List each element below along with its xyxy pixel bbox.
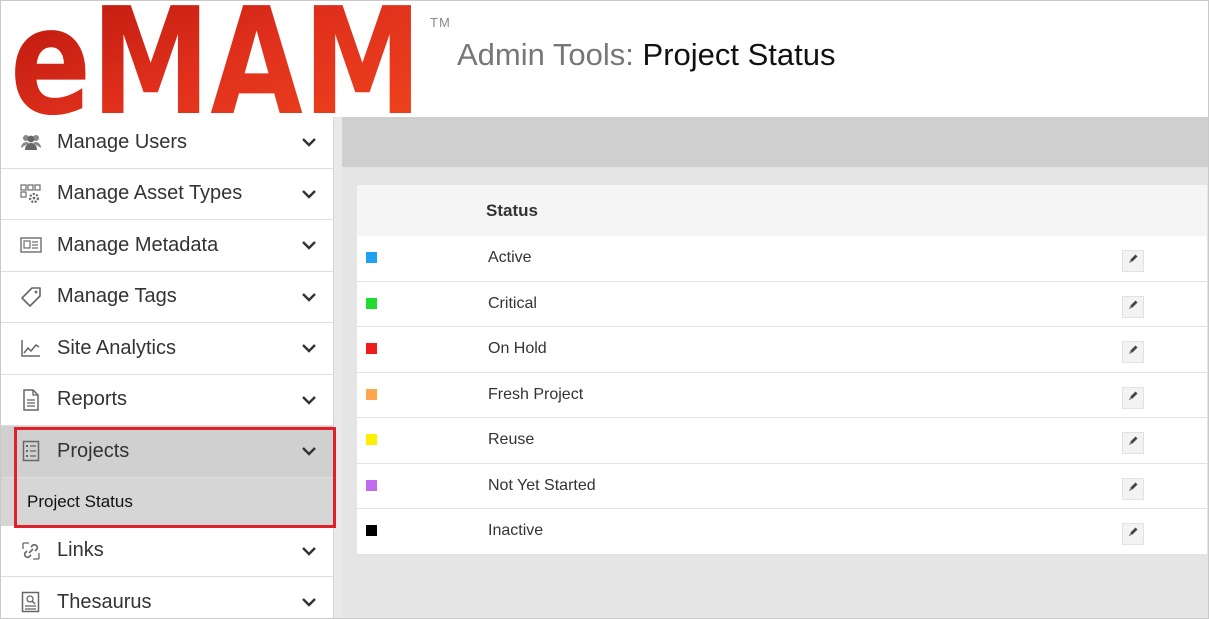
- sidebar-item-projects[interactable]: Projects: [1, 426, 333, 478]
- status-name: Reuse: [488, 431, 535, 448]
- sidebar-item-label: Site Analytics: [57, 336, 176, 359]
- status-color-swatch: [366, 388, 377, 400]
- analytics-icon: [19, 336, 43, 360]
- status-name: Inactive: [488, 522, 544, 539]
- status-name: Fresh Project: [488, 385, 584, 403]
- status-name: Active: [488, 249, 532, 266]
- status-color-swatch: [366, 343, 377, 354]
- app-window: eMAM TM Admin Tools: Project Status Mana…: [0, 0, 1209, 619]
- chevron-down-icon: [302, 395, 316, 405]
- sidebar-item-manage-asset-types[interactable]: Manage Asset Types: [1, 169, 333, 220]
- sidebar-item-label: Projects: [57, 439, 130, 462]
- main-content: Status Active Critical On Hold Fresh Projec…: [342, 117, 1208, 618]
- column-header-status: Status: [486, 201, 538, 220]
- table-row: On Hold: [357, 327, 1207, 373]
- chevron-down-icon: [302, 241, 316, 250]
- sidebar-item-manage-tags[interactable]: Manage Tags: [1, 272, 333, 323]
- sidebar-item-label: Manage Metadata: [57, 233, 219, 256]
- pencil-icon: [1127, 343, 1139, 361]
- main-toolbar: [342, 117, 1208, 167]
- status-color-swatch: [366, 479, 377, 491]
- pencil-icon: [1127, 252, 1139, 270]
- status-color-swatch: [366, 525, 377, 536]
- status-name: On Hold: [488, 340, 547, 357]
- status-table: Status Active Critical On Hold Fresh Projec…: [357, 185, 1207, 555]
- chevron-down-icon: [302, 138, 316, 147]
- trademark-mark: TM: [430, 15, 451, 30]
- projects-icon: [19, 439, 43, 463]
- edit-button[interactable]: [1122, 250, 1144, 272]
- status-color-swatch: [366, 297, 377, 309]
- logo-text: eMAM: [10, 5, 422, 115]
- chevron-down-icon: [302, 447, 316, 456]
- edit-button[interactable]: [1122, 432, 1144, 454]
- pencil-icon: [1127, 434, 1139, 452]
- header: eMAM TM Admin Tools: Project Status: [1, 1, 1208, 117]
- sidebar-item-label: Manage Asset Types: [57, 182, 243, 205]
- table-header: Status: [357, 185, 1207, 236]
- sidebar-item-reports[interactable]: Reports: [1, 375, 333, 426]
- sidebar-divider: [334, 117, 342, 618]
- sidebar-item-manage-users[interactable]: Manage Users: [1, 117, 333, 169]
- links-icon: [19, 539, 43, 563]
- edit-button[interactable]: [1122, 386, 1144, 409]
- pencil-icon: [1127, 525, 1139, 543]
- chevron-down-icon: [302, 189, 316, 199]
- sidebar-item-manage-metadata[interactable]: Manage Metadata: [1, 220, 333, 272]
- status-name: Not Yet Started: [488, 476, 596, 494]
- title-page: Project Status: [642, 37, 836, 72]
- sidebar-item-label: Manage Users: [57, 130, 188, 153]
- emam-logo: eMAM: [10, 5, 422, 115]
- sidebar-item-links[interactable]: Links: [1, 526, 333, 577]
- page-title: Admin Tools: Project Status: [457, 37, 836, 73]
- pencil-icon: [1127, 480, 1139, 498]
- table-row: Reuse: [357, 418, 1207, 464]
- asset-types-icon: [19, 182, 43, 206]
- edit-button[interactable]: [1122, 477, 1144, 500]
- thesaurus-icon: [19, 590, 43, 614]
- sidebar-item-label: Reports: [57, 388, 128, 411]
- chevron-down-icon: [302, 344, 316, 353]
- status-color-swatch: [366, 252, 377, 263]
- pencil-icon: [1127, 389, 1139, 407]
- metadata-icon: [19, 233, 43, 257]
- table-row: Fresh Project: [357, 373, 1207, 418]
- sidebar-subitem-project-status[interactable]: Project Status: [1, 477, 333, 526]
- table-row: Active: [357, 236, 1207, 282]
- users-icon: [19, 130, 43, 154]
- tag-icon: [19, 285, 43, 309]
- table-row: Critical: [357, 282, 1207, 327]
- sidebar-item-label: Links: [57, 539, 104, 562]
- table-row: Inactive: [357, 509, 1207, 555]
- edit-button[interactable]: [1122, 523, 1144, 545]
- edit-button[interactable]: [1122, 341, 1144, 363]
- title-prefix: Admin Tools:: [457, 37, 643, 72]
- chevron-down-icon: [302, 598, 316, 607]
- status-color-swatch: [366, 434, 377, 445]
- chevron-down-icon: [302, 292, 316, 302]
- status-name: Critical: [488, 294, 537, 312]
- table-row: Not Yet Started: [357, 464, 1207, 509]
- pencil-icon: [1127, 298, 1139, 316]
- sidebar-item-label: Manage Tags: [57, 285, 177, 308]
- sidebar-item-label: Thesaurus: [57, 590, 152, 613]
- edit-button[interactable]: [1122, 295, 1144, 318]
- sidebar: Manage Users Manage Asset Types Manage M…: [1, 117, 334, 618]
- report-icon: [19, 388, 43, 412]
- chevron-down-icon: [302, 546, 316, 556]
- sidebar-item-site-analytics[interactable]: Site Analytics: [1, 323, 333, 375]
- sidebar-item-thesaurus[interactable]: Thesaurus: [1, 577, 333, 618]
